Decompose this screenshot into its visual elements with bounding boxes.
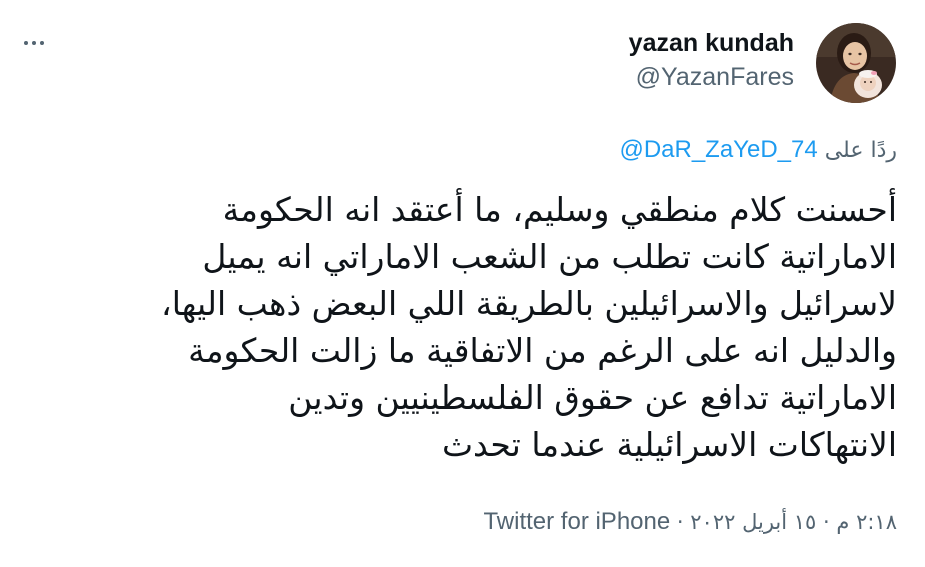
tweet-date-link[interactable]: ١٥ أبريل ٢٠٢٢ [690, 510, 816, 534]
profile-avatar-icon [816, 23, 896, 103]
meta-separator: · [676, 510, 684, 534]
more-dot [32, 41, 36, 45]
tweet-metadata: ٢:١٨ م · ١٥ أبريل ٢٠٢٢ · Twitter for iPh… [483, 505, 897, 539]
display-name[interactable]: yazan kundah [629, 26, 794, 60]
tweet-line: الاماراتية تدافع عن حقوق الفلسطينيين وتد… [288, 378, 897, 417]
more-dot [40, 41, 44, 45]
reply-mention-link[interactable]: @DaR_ZaYeD_74 [619, 136, 817, 163]
reply-context: ردًا على @DaR_ZaYeD_74 [619, 134, 897, 167]
tweet-line: الانتهاكات الاسرائيلية عندما تحدث [441, 425, 897, 464]
tweet-line: أحسنت كلام منطقي وسليم، ما أعتقد انه الح… [222, 190, 897, 229]
meta-separator: · [823, 510, 830, 534]
tweet-line: الاماراتية كانت تطلب من الشعب الاماراتي … [202, 237, 897, 276]
avatar[interactable] [816, 23, 896, 103]
tweet-line: لاسرائيل والاسرائيلين بالطريقة اللي البع… [161, 284, 897, 323]
source-app-link[interactable]: Twitter for iPhone [483, 508, 670, 535]
user-identity: yazan kundah @YazanFares [629, 26, 794, 94]
more-horizontal-icon [24, 41, 28, 45]
user-handle[interactable]: @YazanFares [629, 60, 794, 94]
tweet-line: والدليل انه على الرغم من الاتفاقية ما زا… [188, 331, 897, 370]
tweet-text: أحسنت كلام منطقي وسليم، ما أعتقد انه الح… [62, 186, 897, 468]
reply-prefix: ردًا على [824, 138, 897, 163]
more-options-button[interactable] [14, 28, 54, 58]
tweet-time-link[interactable]: ٢:١٨ م [836, 510, 897, 534]
